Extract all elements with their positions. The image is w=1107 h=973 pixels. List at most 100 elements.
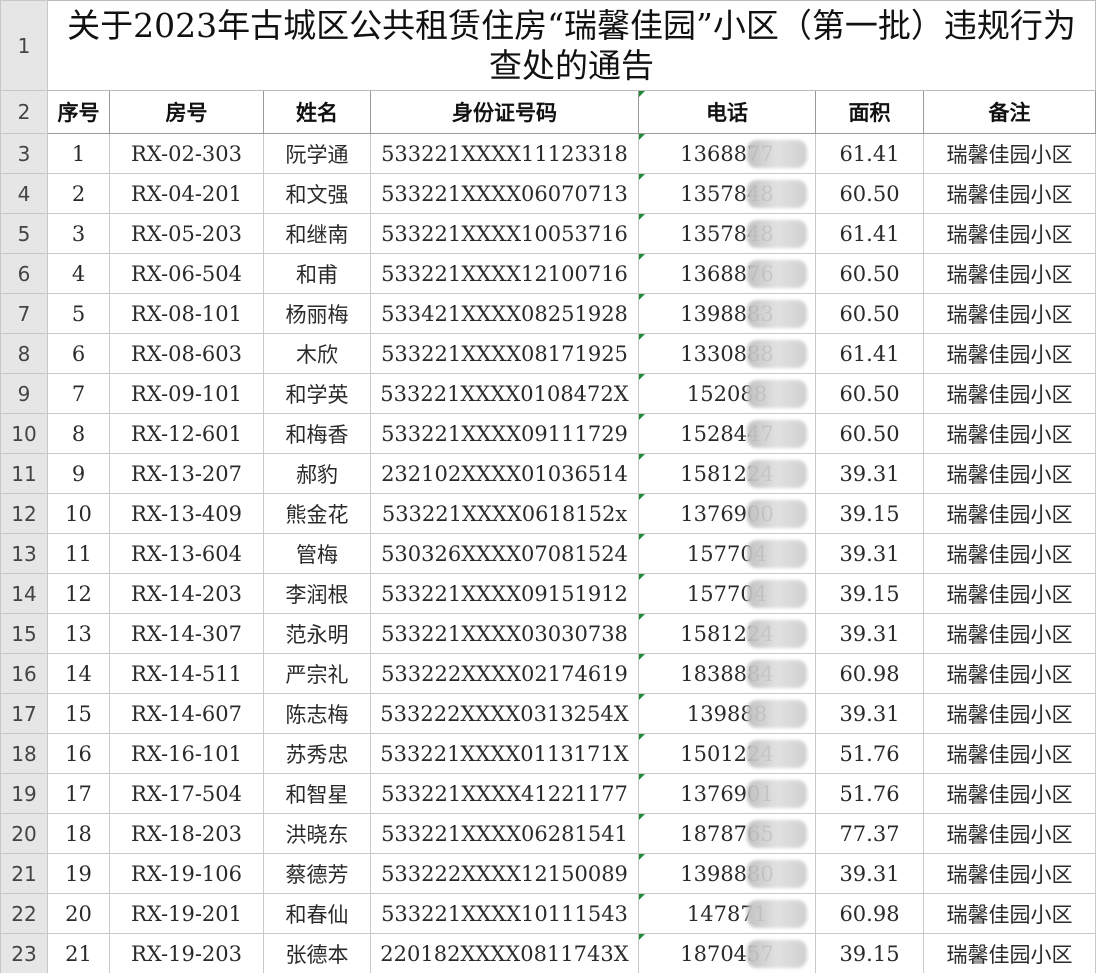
cell-id-number[interactable]: 533221XXXX03030738 — [370, 613, 639, 654]
cell-area[interactable]: 39.15 — [815, 493, 924, 534]
cell-id-number[interactable]: 220182XXXX0811743X — [370, 933, 639, 973]
cell-seq[interactable]: 19 — [47, 853, 110, 894]
column-header-seq[interactable]: 序号 — [47, 90, 110, 134]
cell-phone[interactable]: 1368876 — [638, 253, 816, 294]
cell-name[interactable]: 张德本 — [263, 933, 371, 973]
cell-room[interactable]: RX-02-303 — [109, 133, 264, 174]
cell-area[interactable]: 60.50 — [815, 293, 924, 334]
row-header[interactable]: 8 — [0, 333, 48, 374]
cell-note[interactable]: 瑞馨佳园小区 — [923, 853, 1096, 894]
cell-id-number[interactable]: 533222XXXX02174619 — [370, 653, 639, 694]
cell-note[interactable]: 瑞馨佳园小区 — [923, 573, 1096, 614]
cell-id-number[interactable]: 533421XXXX08251928 — [370, 293, 639, 334]
cell-note[interactable]: 瑞馨佳园小区 — [923, 293, 1096, 334]
cell-seq[interactable]: 16 — [47, 733, 110, 774]
cell-area[interactable]: 39.31 — [815, 453, 924, 494]
cell-name[interactable]: 和文强 — [263, 173, 371, 214]
cell-seq[interactable]: 20 — [47, 893, 110, 934]
cell-note[interactable]: 瑞馨佳园小区 — [923, 373, 1096, 414]
row-header[interactable]: 7 — [0, 293, 48, 334]
cell-seq[interactable]: 4 — [47, 253, 110, 294]
cell-name[interactable]: 管梅 — [263, 533, 371, 574]
cell-room[interactable]: RX-08-603 — [109, 333, 264, 374]
cell-area[interactable]: 60.98 — [815, 653, 924, 694]
cell-note[interactable]: 瑞馨佳园小区 — [923, 653, 1096, 694]
cell-area[interactable]: 51.76 — [815, 773, 924, 814]
cell-phone[interactable]: 1501224 — [638, 733, 816, 774]
cell-name[interactable]: 阮学通 — [263, 133, 371, 174]
cell-note[interactable]: 瑞馨佳园小区 — [923, 253, 1096, 294]
cell-area[interactable]: 39.31 — [815, 693, 924, 734]
cell-room[interactable]: RX-19-203 — [109, 933, 264, 973]
row-header[interactable]: 19 — [0, 773, 48, 814]
cell-phone[interactable]: 1357848 — [638, 173, 816, 214]
cell-name[interactable]: 和甫 — [263, 253, 371, 294]
cell-phone[interactable]: 1357848 — [638, 213, 816, 254]
cell-seq[interactable]: 12 — [47, 573, 110, 614]
cell-id-number[interactable]: 533221XXXX10053716 — [370, 213, 639, 254]
cell-seq[interactable]: 17 — [47, 773, 110, 814]
cell-note[interactable]: 瑞馨佳园小区 — [923, 133, 1096, 174]
cell-area[interactable]: 61.41 — [815, 133, 924, 174]
cell-room[interactable]: RX-09-101 — [109, 373, 264, 414]
cell-room[interactable]: RX-16-101 — [109, 733, 264, 774]
row-header[interactable]: 11 — [0, 453, 48, 494]
cell-seq[interactable]: 9 — [47, 453, 110, 494]
row-header[interactable]: 3 — [0, 133, 48, 174]
cell-area[interactable]: 60.98 — [815, 893, 924, 934]
cell-name[interactable]: 和智星 — [263, 773, 371, 814]
cell-note[interactable]: 瑞馨佳园小区 — [923, 933, 1096, 973]
cell-seq[interactable]: 2 — [47, 173, 110, 214]
cell-name[interactable]: 李润根 — [263, 573, 371, 614]
cell-id-number[interactable]: 533221XXXX0108472X — [370, 373, 639, 414]
cell-seq[interactable]: 13 — [47, 613, 110, 654]
cell-seq[interactable]: 8 — [47, 413, 110, 454]
cell-phone[interactable]: 1376901 — [638, 773, 816, 814]
cell-area[interactable]: 60.50 — [815, 253, 924, 294]
row-header[interactable]: 16 — [0, 653, 48, 694]
cell-name[interactable]: 和春仙 — [263, 893, 371, 934]
cell-area[interactable]: 39.31 — [815, 533, 924, 574]
cell-room[interactable]: RX-08-101 — [109, 293, 264, 334]
cell-name[interactable]: 严宗礼 — [263, 653, 371, 694]
cell-seq[interactable]: 6 — [47, 333, 110, 374]
cell-note[interactable]: 瑞馨佳园小区 — [923, 453, 1096, 494]
cell-name[interactable]: 和继南 — [263, 213, 371, 254]
row-header[interactable]: 15 — [0, 613, 48, 654]
row-header[interactable]: 12 — [0, 493, 48, 534]
cell-room[interactable]: RX-14-307 — [109, 613, 264, 654]
cell-phone[interactable]: 157704 — [638, 573, 816, 614]
cell-seq[interactable]: 11 — [47, 533, 110, 574]
cell-name[interactable]: 范永明 — [263, 613, 371, 654]
cell-id-number[interactable]: 533221XXXX0113171X — [370, 733, 639, 774]
cell-seq[interactable]: 5 — [47, 293, 110, 334]
cell-area[interactable]: 51.76 — [815, 733, 924, 774]
cell-name[interactable]: 熊金花 — [263, 493, 371, 534]
cell-room[interactable]: RX-18-203 — [109, 813, 264, 854]
cell-phone[interactable]: 1376900 — [638, 493, 816, 534]
cell-id-number[interactable]: 533221XXXX41221177 — [370, 773, 639, 814]
cell-name[interactable]: 蔡德芳 — [263, 853, 371, 894]
cell-room[interactable]: RX-13-409 — [109, 493, 264, 534]
cell-note[interactable]: 瑞馨佳园小区 — [923, 533, 1096, 574]
cell-phone[interactable]: 1528447 — [638, 413, 816, 454]
row-header[interactable]: 20 — [0, 813, 48, 854]
row-header[interactable]: 22 — [0, 893, 48, 934]
cell-room[interactable]: RX-14-511 — [109, 653, 264, 694]
cell-area[interactable]: 39.15 — [815, 573, 924, 614]
cell-room[interactable]: RX-13-604 — [109, 533, 264, 574]
cell-room[interactable]: RX-19-201 — [109, 893, 264, 934]
cell-id-number[interactable]: 232102XXXX01036514 — [370, 453, 639, 494]
cell-room[interactable]: RX-14-607 — [109, 693, 264, 734]
cell-phone[interactable]: 147871 — [638, 893, 816, 934]
cell-note[interactable]: 瑞馨佳园小区 — [923, 213, 1096, 254]
cell-area[interactable]: 60.50 — [815, 373, 924, 414]
cell-phone[interactable]: 152088 — [638, 373, 816, 414]
cell-area[interactable]: 39.31 — [815, 853, 924, 894]
cell-room[interactable]: RX-12-601 — [109, 413, 264, 454]
cell-phone[interactable]: 139888 — [638, 693, 816, 734]
column-header-note[interactable]: 备注 — [923, 90, 1096, 134]
cell-note[interactable]: 瑞馨佳园小区 — [923, 173, 1096, 214]
cell-note[interactable]: 瑞馨佳园小区 — [923, 493, 1096, 534]
column-header-id[interactable]: 身份证号码 — [370, 90, 639, 134]
